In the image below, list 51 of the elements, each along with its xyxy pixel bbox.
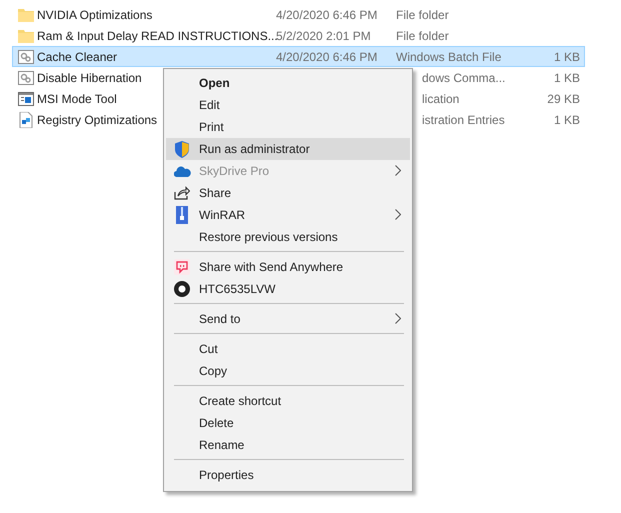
menu-item[interactable]: Open xyxy=(166,72,410,94)
chevron-right-icon xyxy=(395,165,401,176)
file-name: MSI Mode Tool xyxy=(37,92,117,106)
menu-item[interactable]: Properties xyxy=(166,464,410,486)
folder-icon xyxy=(18,8,34,22)
file-name: Registry Optimizations xyxy=(37,112,158,126)
gears-file-icon xyxy=(18,50,34,64)
menu-item[interactable]: Share with Send Anywhere xyxy=(166,256,410,278)
menu-item[interactable]: Edit xyxy=(166,94,410,116)
menu-item[interactable]: Copy xyxy=(166,360,410,382)
device-icon xyxy=(174,281,190,297)
file-date: 5/2/2020 2:01 PM xyxy=(276,28,372,42)
file-name: Disable Hibernation xyxy=(37,70,142,84)
window-app-icon xyxy=(18,92,34,106)
menu-item[interactable]: Print xyxy=(166,116,410,138)
menu-item[interactable]: HTC6535LVW xyxy=(166,278,410,300)
menu-item[interactable]: Send to xyxy=(166,308,410,330)
cloud-icon xyxy=(174,166,190,176)
file-size: 29 KB xyxy=(547,92,580,106)
chevron-right-icon xyxy=(395,209,401,220)
gears-file-icon xyxy=(18,70,34,84)
file-type: File folder xyxy=(396,28,449,42)
menu-item[interactable]: Cut xyxy=(166,338,410,360)
file-type: Windows Batch File xyxy=(396,50,502,64)
file-size: 1 KB xyxy=(554,50,580,64)
folder-icon xyxy=(18,28,34,42)
menu-item[interactable]: Create shortcut xyxy=(166,390,410,412)
file-date: 4/20/2020 6:46 PM xyxy=(276,8,378,22)
file-size: 1 KB xyxy=(554,70,580,84)
file-size: 1 KB xyxy=(554,112,580,126)
share-icon xyxy=(174,186,190,200)
file-type: File folder xyxy=(396,8,449,22)
file-type: istration Entries xyxy=(422,112,505,126)
file-date: 4/20/2020 6:46 PM xyxy=(276,50,378,64)
chevron-right-icon xyxy=(395,313,401,324)
chat-icon xyxy=(174,259,190,275)
file-type: dows Comma... xyxy=(422,70,506,84)
menu-item[interactable]: Delete xyxy=(166,412,410,434)
menu-item[interactable]: Restore previous versions xyxy=(166,226,410,248)
file-name: Cache Cleaner xyxy=(37,50,118,64)
file-type: lication xyxy=(422,92,460,106)
menu-item[interactable]: Rename xyxy=(166,434,410,456)
menu-item[interactable]: Run as administrator xyxy=(166,138,410,160)
registry-file-icon xyxy=(19,112,33,128)
shield-icon xyxy=(174,140,190,158)
file-name: Ram & Input Delay READ INSTRUCTIONS... xyxy=(37,28,278,42)
menu-item[interactable]: WinRAR xyxy=(166,204,410,226)
file-name: NVIDIA Optimizations xyxy=(37,8,152,22)
menu-item[interactable]: Share xyxy=(166,182,410,204)
selected-file-row[interactable]: Cache Cleaner 4/20/2020 6:46 PM Windows Batch File 1 KB xyxy=(12,46,585,67)
archive-icon xyxy=(176,206,188,224)
